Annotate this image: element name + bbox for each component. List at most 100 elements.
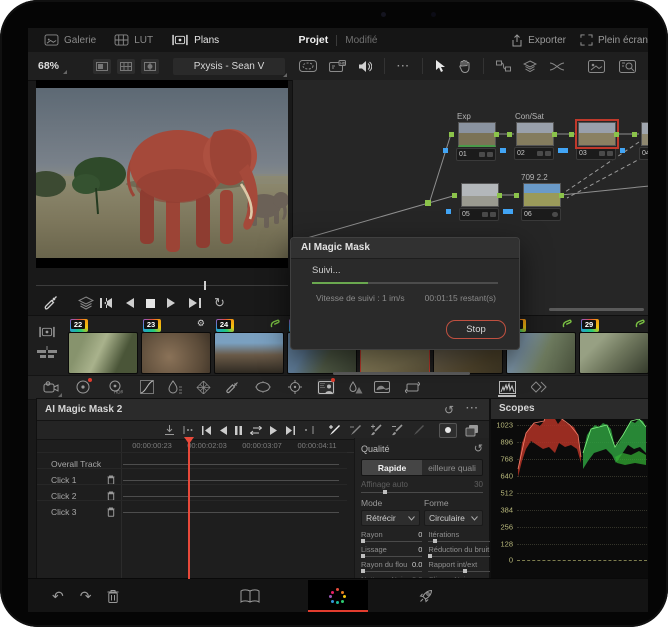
track-forward-icon[interactable] [270, 425, 278, 435]
node-input[interactable] [632, 132, 637, 137]
scopes-toggle-icon[interactable] [498, 379, 516, 397]
wipe-icon[interactable] [299, 60, 318, 72]
eyedropper-tool-icon[interactable] [223, 379, 241, 395]
power-window-icon[interactable] [254, 379, 272, 395]
keyframe-track-line[interactable] [123, 496, 339, 497]
clip-22[interactable]: 22 [68, 319, 138, 374]
track-click-2[interactable]: Click 2 [37, 488, 121, 504]
add-keyframe-icon[interactable] [164, 424, 175, 436]
still-grab-icon[interactable] [588, 59, 605, 73]
node-input[interactable] [569, 132, 574, 137]
export-button[interactable]: Exporter [511, 33, 566, 47]
node-mask-output[interactable] [620, 148, 625, 153]
curves-icon[interactable] [138, 379, 156, 395]
audio-mute-icon[interactable] [358, 60, 373, 73]
stop-icon[interactable] [146, 298, 156, 308]
track-click-3[interactable]: Click 3 [37, 504, 121, 520]
magic-mask-icon[interactable] [317, 378, 335, 395]
wipes-icon[interactable] [530, 379, 548, 395]
tab-color-page[interactable] [308, 580, 368, 612]
slider-knob[interactable] [361, 539, 365, 543]
single-view-button[interactable] [93, 58, 112, 74]
video-viewer[interactable] [36, 80, 288, 268]
track-overall[interactable]: Overall Track [37, 456, 121, 472]
slider-knob[interactable] [432, 539, 437, 543]
timeline-ruler[interactable]: 00:00:00:23 00:00:02:03 00:00:03:07 00:0… [121, 438, 355, 453]
tab-lut[interactable]: LUT [108, 34, 159, 46]
pause-icon[interactable] [235, 425, 242, 435]
mesh-warp-icon[interactable] [194, 379, 212, 395]
keyframe-track-line[interactable] [123, 512, 339, 513]
delete-track-icon[interactable] [107, 507, 121, 517]
param-blur-radius[interactable]: Rayon du flou 0.0 [361, 560, 423, 573]
timeline-playhead[interactable] [184, 437, 194, 579]
wires-icon[interactable] [549, 61, 565, 72]
fullscreen-button[interactable]: Plein écran [580, 34, 648, 46]
param-smooth[interactable]: Lissage 0 [361, 545, 423, 558]
pen-add-icon[interactable] [328, 424, 341, 436]
tab-edit-page[interactable] [220, 580, 280, 612]
track-click-1[interactable]: Click 1 [37, 472, 121, 488]
refine-slider[interactable] [361, 490, 483, 494]
node-03-selected[interactable]: 03 [563, 119, 625, 160]
node-input[interactable] [452, 193, 457, 198]
brush-remove-icon[interactable] [391, 424, 404, 436]
proxy-hd-icon[interactable]: HD [329, 59, 347, 73]
mode-dropdown[interactable]: Rétrécir [361, 510, 420, 526]
eraser-icon[interactable] [412, 424, 425, 436]
reset-icon[interactable]: ↺ [444, 403, 454, 417]
tab-gallery[interactable]: Galerie [38, 34, 102, 46]
node-output[interactable] [559, 193, 564, 198]
tab-deliver-page[interactable] [396, 580, 456, 612]
node-01[interactable]: 01 [443, 122, 505, 161]
node-mask-input[interactable] [501, 148, 506, 153]
sizing-icon[interactable] [403, 379, 421, 395]
qualifier-icon[interactable] [166, 379, 184, 395]
split-view-button[interactable] [141, 58, 160, 74]
node-mask-input[interactable] [443, 148, 448, 153]
clips-view-icon[interactable] [38, 326, 56, 338]
timeline-view-icon[interactable] [37, 346, 57, 360]
camera-raw-icon[interactable] [42, 379, 62, 397]
clip-29[interactable]: 29 [579, 319, 648, 374]
cursor-tool-icon[interactable] [435, 59, 446, 73]
node-input[interactable] [449, 132, 454, 137]
bidirectional-track-icon[interactable] [250, 425, 262, 435]
tracker-icon[interactable] [286, 379, 304, 395]
hdr-wheels-icon[interactable]: HDR [106, 379, 124, 395]
node-04[interactable]: 04 [632, 122, 648, 160]
lightbox-search-icon[interactable] [619, 59, 636, 73]
quality-fast-option[interactable]: Rapide [362, 460, 422, 475]
grid-view-button[interactable] [117, 58, 136, 74]
zoom-level-dropdown[interactable]: 68% [38, 60, 68, 74]
blur-icon[interactable] [347, 379, 365, 395]
node-output[interactable] [614, 132, 619, 137]
slider-knob[interactable] [382, 490, 387, 494]
track-to-start-icon[interactable] [201, 425, 211, 435]
key-icon[interactable] [373, 379, 391, 395]
copy-mask-icon[interactable] [465, 424, 479, 437]
keyframe-track-line[interactable] [123, 464, 339, 465]
range-icon[interactable] [183, 425, 193, 435]
brush-add-icon[interactable] [370, 424, 383, 436]
pen-remove-icon[interactable] [349, 424, 362, 436]
color-wheels-icon[interactable] [74, 378, 92, 395]
node-mask-input[interactable] [508, 209, 513, 214]
node-mask-input[interactable] [446, 209, 451, 214]
clip-24[interactable]: 24 [214, 319, 284, 374]
clip-23[interactable]: 23 ⚙ [141, 318, 211, 374]
shape-dropdown[interactable]: Circulaire [424, 510, 483, 526]
slider-knob[interactable] [428, 554, 433, 558]
track-back-icon[interactable] [219, 425, 227, 435]
panel-more-icon[interactable]: ··· [466, 403, 479, 417]
quality-reset-icon[interactable]: ↺ [474, 442, 483, 455]
node-output[interactable] [552, 132, 557, 137]
stop-button[interactable]: Stop [446, 320, 506, 339]
slider-knob[interactable] [361, 554, 365, 558]
hand-tool-icon[interactable] [458, 59, 471, 73]
play-icon[interactable] [167, 298, 176, 308]
step-back-icon[interactable] [125, 298, 135, 308]
more-options-icon[interactable]: ··· [397, 61, 410, 72]
node-input[interactable] [514, 193, 519, 198]
range-end-icon[interactable] [304, 425, 314, 435]
